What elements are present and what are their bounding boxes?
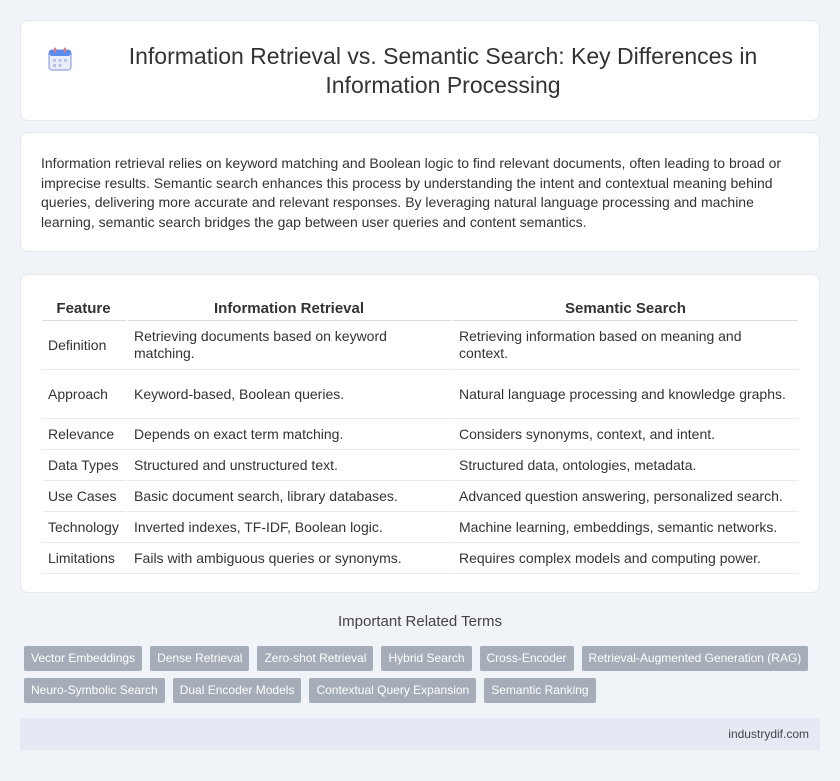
table-row: Limitations Fails with ambiguous queries… [42,543,798,574]
comparison-table: Feature Information Retrieval Semantic S… [42,295,798,574]
row-feature: Use Cases [42,481,128,512]
row-feature: Approach [42,370,128,419]
header-feature: Feature [42,295,128,321]
row-semantic-search: Retrieving information based on meaning … [453,321,798,370]
row-information-retrieval: Depends on exact term matching. [128,419,453,450]
table-row: Relevance Depends on exact term matching… [42,419,798,450]
related-terms-tags: Vector Embeddings Dense Retrieval Zero-s… [24,646,824,703]
comparison-table-card: Feature Information Retrieval Semantic S… [20,274,820,593]
table-row: Approach Keyword-based, Boolean queries.… [42,370,798,419]
table-row: Definition Retrieving documents based on… [42,321,798,370]
row-semantic-search: Structured data, ontologies, metadata. [453,450,798,481]
table-row: Data Types Structured and unstructured t… [42,450,798,481]
tag-dense-retrieval[interactable]: Dense Retrieval [150,646,250,671]
footer-source: industrydif.com [728,727,809,741]
tag-cross-encoder[interactable]: Cross-Encoder [479,646,574,671]
row-semantic-search: Advanced question answering, personalize… [453,481,798,512]
table-header-row: Feature Information Retrieval Semantic S… [42,295,798,321]
row-feature: Limitations [42,543,128,574]
row-information-retrieval: Retrieving documents based on keyword ma… [128,321,453,370]
header-card: Information Retrieval vs. Semantic Searc… [20,20,820,121]
table-row: Use Cases Basic document search, library… [42,481,798,512]
intro-paragraph: Information retrieval relies on keyword … [41,155,782,230]
row-semantic-search: Natural language processing and knowledg… [453,370,798,419]
row-feature: Data Types [42,450,128,481]
tag-hybrid-search[interactable]: Hybrid Search [381,646,472,671]
tag-semantic-ranking[interactable]: Semantic Ranking [484,678,596,703]
row-information-retrieval: Basic document search, library databases… [128,481,453,512]
row-feature: Definition [42,321,128,370]
row-feature: Relevance [42,419,128,450]
related-terms-title: Important Related Terms [338,613,502,630]
tag-vector-embeddings[interactable]: Vector Embeddings [24,646,143,671]
row-semantic-search: Considers synonyms, context, and intent. [453,419,798,450]
footer: industrydif.com [20,718,820,750]
tag-zero-shot-retrieval[interactable]: Zero-shot Retrieval [257,646,374,671]
row-information-retrieval: Inverted indexes, TF-IDF, Boolean logic. [128,512,453,543]
table-row: Technology Inverted indexes, TF-IDF, Boo… [42,512,798,543]
intro-card: Information retrieval relies on keyword … [20,132,820,252]
calendar-icon [48,47,72,71]
title-wrap: Information Retrieval vs. Semantic Searc… [40,42,800,100]
row-information-retrieval: Fails with ambiguous queries or synonyms… [128,543,453,574]
tag-contextual-query-expansion[interactable]: Contextual Query Expansion [309,678,477,703]
row-feature: Technology [42,512,128,543]
row-semantic-search: Machine learning, embeddings, semantic n… [453,512,798,543]
tag-rag[interactable]: Retrieval-Augmented Generation (RAG) [581,646,809,671]
row-information-retrieval: Structured and unstructured text. [128,450,453,481]
tag-dual-encoder-models[interactable]: Dual Encoder Models [172,678,302,703]
row-semantic-search: Requires complex models and computing po… [453,543,798,574]
row-information-retrieval: Keyword-based, Boolean queries. [128,370,453,419]
header-information-retrieval: Information Retrieval [128,295,453,321]
tag-neuro-symbolic-search[interactable]: Neuro-Symbolic Search [24,678,165,703]
page-title: Information Retrieval vs. Semantic Searc… [128,42,758,98]
header-semantic-search: Semantic Search [453,295,798,321]
